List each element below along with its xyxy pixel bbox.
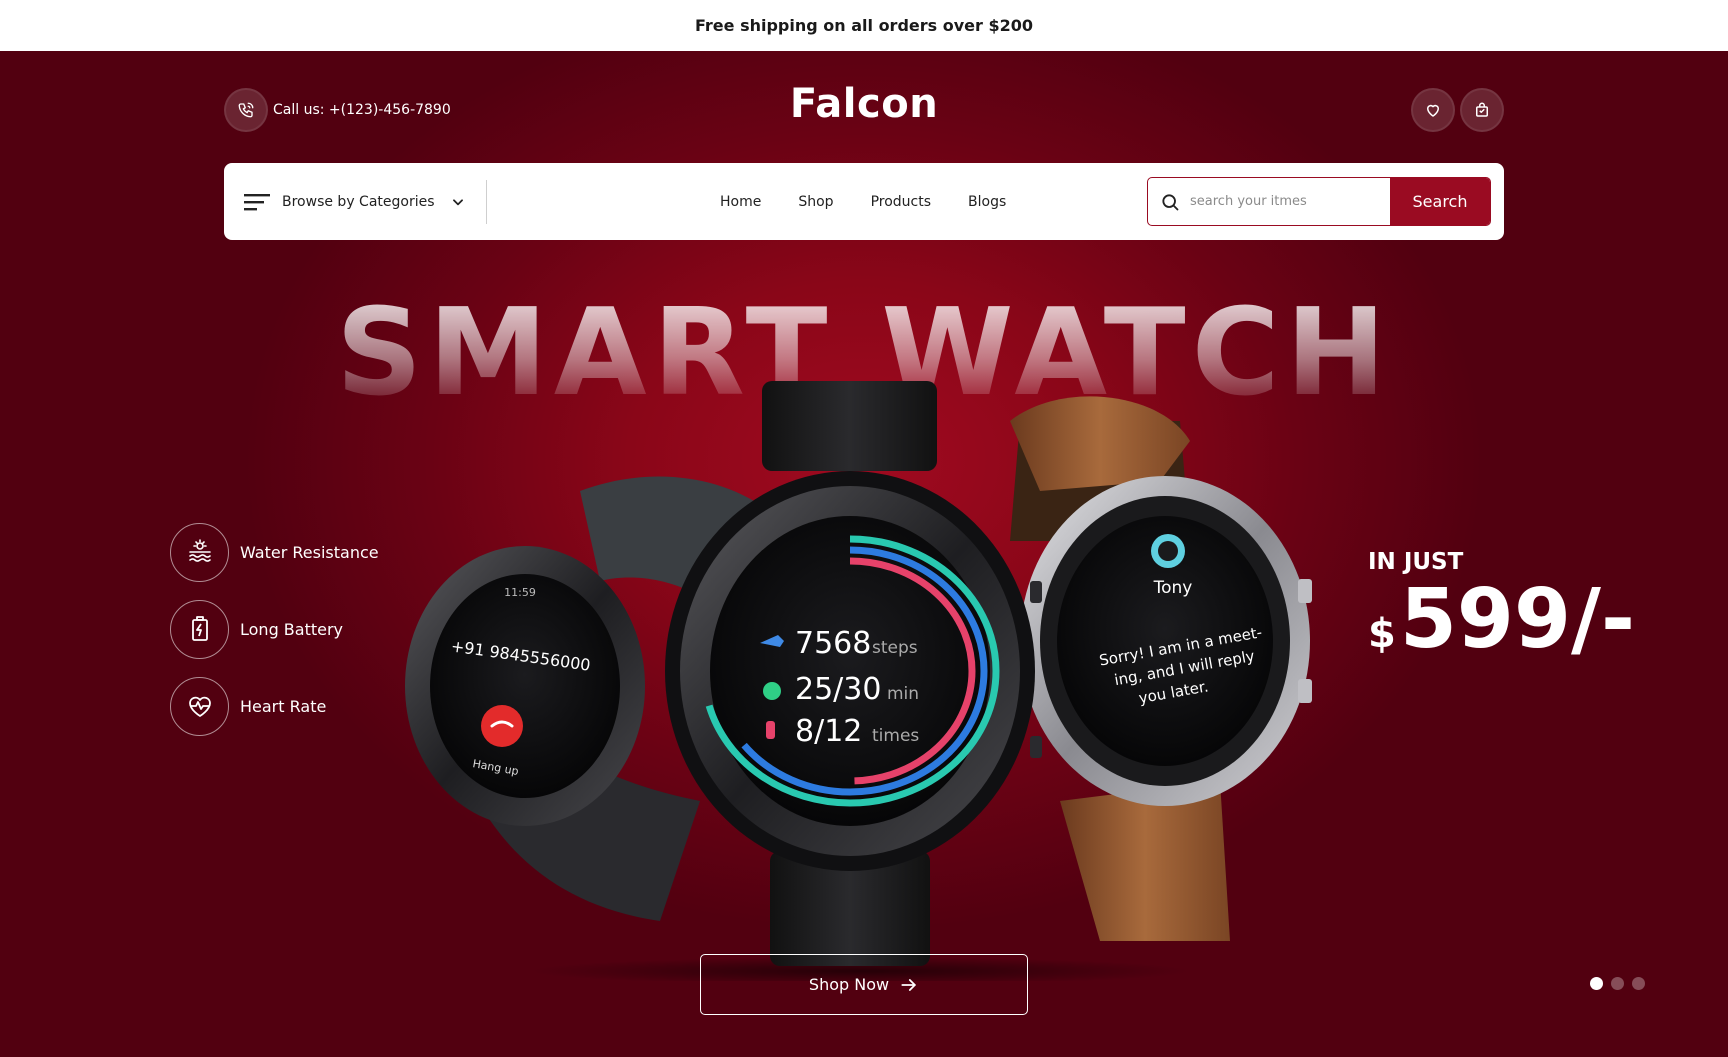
announcement-text: Free shipping on all orders over $200 [695, 16, 1033, 35]
nav-shop[interactable]: Shop [798, 194, 833, 210]
price: $ 599/- [1368, 579, 1635, 661]
minutes-value: 25/30 [795, 672, 881, 707]
price-amount: 599/- [1399, 572, 1635, 667]
feature-label: Heart Rate [240, 696, 327, 716]
feature-list: Water Resistance Long Battery Heart Rate [170, 522, 379, 753]
search-field [1148, 178, 1390, 225]
water-icon [170, 522, 229, 582]
nav-home[interactable]: Home [720, 194, 761, 210]
times-value: 8/12 [795, 714, 862, 749]
search-button[interactable]: Search [1390, 178, 1490, 225]
feature-item: Heart Rate [170, 676, 379, 736]
nav-blogs[interactable]: Blogs [968, 194, 1006, 210]
feature-label: Long Battery [240, 619, 344, 639]
slide-dot[interactable] [1632, 977, 1645, 990]
browse-categories-dropdown[interactable]: Browse by Categories [224, 179, 487, 224]
heart-rate-icon [170, 676, 229, 736]
feature-label: Water Resistance [240, 542, 379, 562]
search-input[interactable] [1190, 194, 1380, 209]
right-watch-name: Tony [1153, 578, 1193, 598]
arrow-right-icon [901, 978, 916, 991]
feature-item: Long Battery [170, 599, 379, 659]
announcement-bar: Free shipping on all orders over $200 [0, 0, 1728, 51]
slide-dot[interactable] [1590, 977, 1603, 990]
left-watch-time: 11:59 [504, 586, 536, 599]
product-image: 11:59 +91 9845556000 Hang up Tony Sorry!… [400, 381, 1320, 985]
heart-icon [1427, 104, 1439, 117]
nav-menu: Home Shop Products Blogs [720, 163, 1006, 240]
slide-dot[interactable] [1611, 977, 1624, 990]
minutes-unit: min [887, 684, 919, 704]
center-watch: 7568 steps 25/30 min 8/12 times [665, 381, 1042, 966]
hero-section: Call us: +(123)-456-7890 Falcon Browse b… [0, 51, 1728, 1057]
shopping-bag-icon [1476, 102, 1488, 117]
steps-value: 7568 [795, 626, 871, 661]
smartwatch-illustration: 11:59 +91 9845556000 Hang up Tony Sorry!… [405, 381, 1312, 985]
wishlist-button[interactable] [1411, 88, 1455, 132]
price-block: IN JUST $ 599/- [1368, 549, 1635, 661]
battery-icon [170, 599, 229, 659]
chevron-down-icon [452, 198, 463, 205]
shop-now-label: Shop Now [808, 975, 890, 994]
currency-symbol: $ [1368, 611, 1396, 657]
header-actions [1411, 88, 1504, 132]
search-bar: Search [1147, 177, 1491, 226]
nav-products[interactable]: Products [871, 194, 931, 210]
browse-label: Browse by Categories [282, 193, 435, 210]
times-unit: times [872, 726, 919, 746]
right-watch: Tony Sorry! I am in a meet- ing, and I w… [1010, 396, 1312, 941]
shop-now-button[interactable]: Shop Now [700, 954, 1028, 1015]
menu-icon [244, 193, 270, 210]
main-navbar: Browse by Categories Home Shop Products … [224, 163, 1504, 240]
search-icon [1162, 193, 1179, 210]
slider-pagination [1590, 977, 1645, 990]
cart-button[interactable] [1460, 88, 1504, 132]
steps-unit: steps [872, 638, 918, 658]
feature-item: Water Resistance [170, 522, 379, 582]
